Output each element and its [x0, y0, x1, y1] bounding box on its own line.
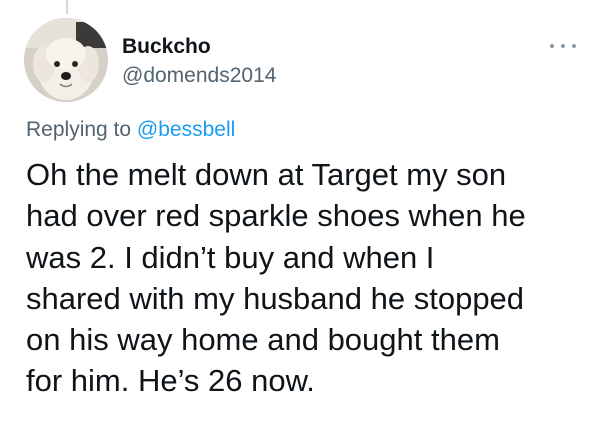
tweet-text-line: on his way home and bought them: [26, 322, 500, 358]
user-handle[interactable]: @domends2014: [122, 64, 276, 88]
tweet-text-line: Oh the melt down at Target my son: [26, 157, 507, 192]
replying-to-label: Replying to @bessbell: [26, 118, 235, 142]
more-dots-icon: [572, 44, 576, 48]
avatar[interactable]: [24, 18, 108, 102]
replying-prefix: Replying to: [26, 118, 137, 141]
tweet-text-line: had over red sparkle shoes when he: [26, 198, 526, 234]
tweet-text: Oh the melt down at Target my son had ov…: [26, 154, 586, 402]
more-options-button[interactable]: [550, 38, 576, 54]
thread-connector-line: [66, 0, 68, 14]
tweet-text-line: shared with my husband he stopped: [26, 280, 525, 316]
reply-mention-link[interactable]: @bessbell: [137, 118, 235, 141]
tweet-text-line: was 2. I didn’t buy and when I: [26, 239, 435, 275]
more-dots-icon: [561, 44, 565, 48]
more-dots-icon: [550, 44, 554, 48]
tweet-text-line: for him. He’s 26 now.: [26, 363, 315, 399]
display-name[interactable]: Buckcho: [122, 35, 211, 59]
dog-avatar-icon: [24, 18, 108, 102]
